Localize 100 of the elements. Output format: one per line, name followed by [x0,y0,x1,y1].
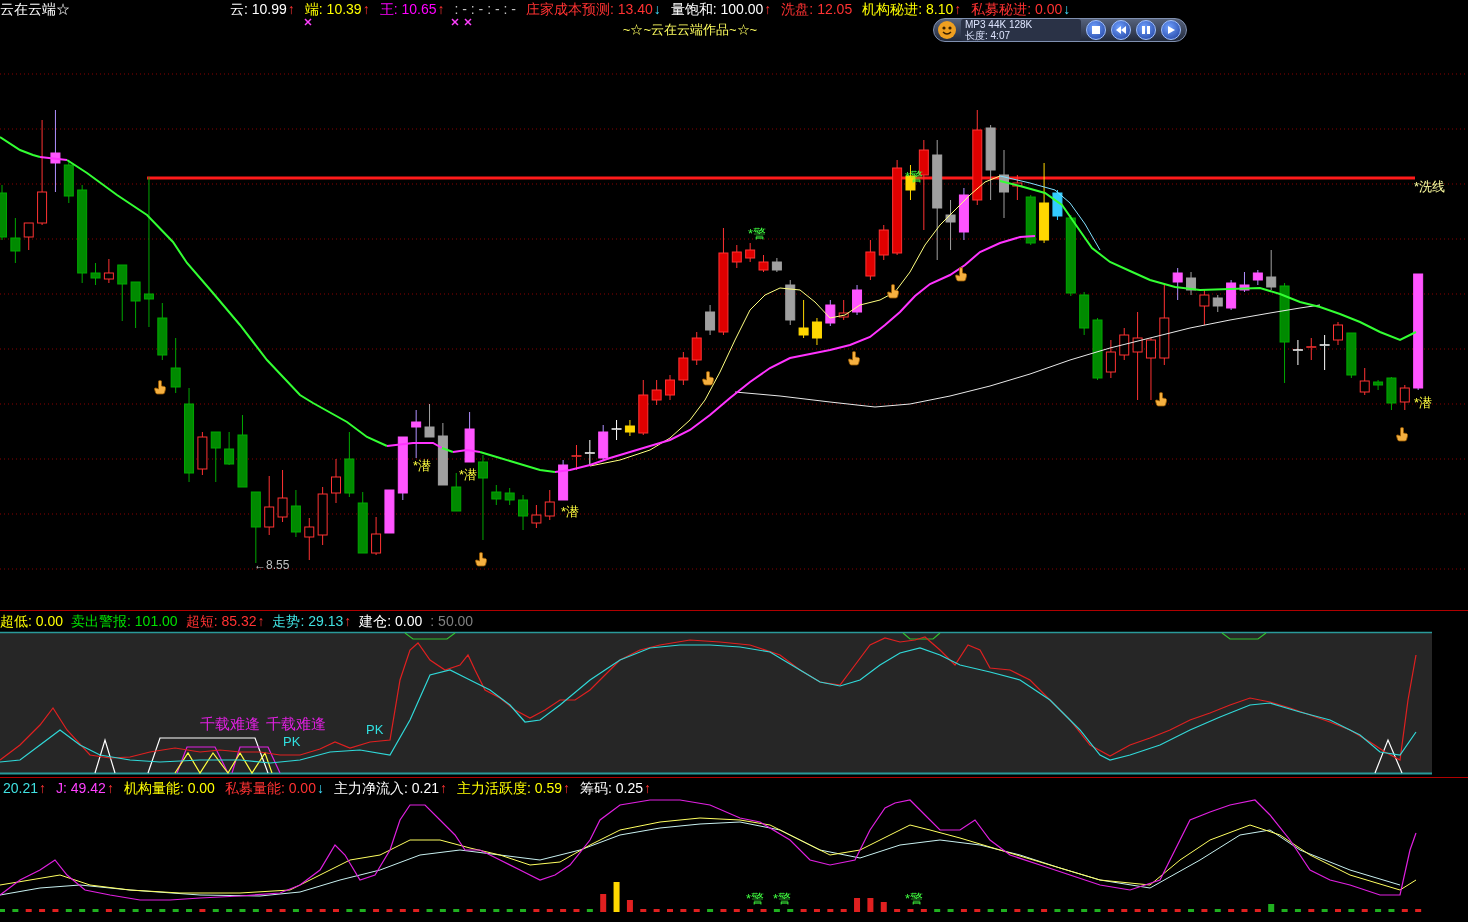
candlestick [170,337,181,394]
candlestick [504,487,515,506]
candlestick [357,491,368,554]
trend-arrow: ↑ [954,0,962,18]
signal-arc-line [404,632,456,640]
candlestick [705,304,716,336]
candlestick [304,517,315,561]
indicator-reading: 私募秘进: 0.00 [971,0,1063,18]
indicator-reading: 走势: 29.13 [272,612,344,631]
rewind-icon [1116,26,1126,34]
indicator-reading: J: 49.42 [56,779,106,798]
candlestick [1212,294,1223,313]
stop-icon [1092,26,1100,34]
chart-title: 云在云端☆ [0,0,70,18]
trend-arrow: ↑ [287,0,295,18]
signal-step-line [1374,738,1403,774]
signal-label: 千载难逢 [266,715,326,732]
candlestick [1172,267,1183,301]
cross-marker-icon [464,18,472,26]
stop-button[interactable] [1086,20,1106,40]
pointing-hand-icon [887,284,900,299]
signal-label: PK [283,734,301,749]
candlestick [745,242,756,263]
candlestick [758,254,769,273]
candlestick [1079,291,1090,336]
candlestick [1012,174,1023,201]
indicator-reading: 庄家成本预测: 13.40 [525,0,653,18]
candlestick [437,422,448,486]
trend-arrow: ↓ [653,0,661,18]
candlestick [210,431,221,483]
candlestick [411,409,422,459]
pointing-hand-icon [475,552,488,567]
pause-button[interactable] [1136,20,1156,40]
trend-arrow: ↑ [257,612,265,631]
candlestick [491,484,502,506]
trend-arrow: ↑ [764,0,772,18]
track-info-text: MP3 44K 128K [965,19,1034,30]
trend-arrow: ↓ [1063,0,1071,18]
signal-arc-line [902,632,941,640]
candlestick [852,284,863,316]
candlestick [771,257,782,273]
indicator-reading: 主力活跃度: 0.59 [456,779,562,798]
track-length-text: 长度: 4:07 [965,30,1012,41]
candlestick [1399,384,1410,411]
candlestick [1052,189,1063,221]
candlestick [1373,379,1384,391]
indicator-reading: 机构量能: 0.00 [123,779,215,798]
candlestick [785,279,796,326]
trend-arrow: ↑ [644,779,652,798]
candlestick [1145,337,1156,401]
signal-label: 千载难逢 [200,715,260,732]
candlestick [1199,289,1210,326]
candlestick [264,475,275,536]
candlestick [651,379,662,406]
signal-label: PK [366,722,384,737]
indicator-reading: 卖出警报: 101.00 [71,612,178,631]
pointing-hand-icon [1396,427,1409,442]
trend-arrow: ↑ [563,779,570,798]
candlestick [197,431,208,476]
candlestick [825,299,836,327]
signal-label: *潜 [561,504,580,519]
candlestick [1226,279,1237,311]
candlestick [344,431,355,498]
candlestick [878,224,889,261]
indicator-reading: 20.21 [3,779,39,798]
candlestick [731,244,742,269]
candlestick [384,489,395,534]
candlestick [1025,194,1036,246]
indicator-reading: 云: 10.99 [230,0,287,18]
trend-arrow: ↑ [39,779,47,798]
signal-label: *警 [773,891,792,906]
candlestick [117,264,128,322]
indicator-reading: : 50.00 [430,612,474,631]
indicator-reading: 王: 10.65 [379,0,437,18]
candlestick [518,494,529,531]
candlestick [945,199,956,251]
candlestick [1119,327,1130,361]
candlestick [1346,332,1357,379]
play-button[interactable] [1161,20,1181,40]
signal-label: *警 [748,226,767,241]
signal-label: *潜 [1414,395,1433,410]
candlestick [1359,367,1370,396]
signal-label: *潜 [413,458,432,473]
trend-arrow: ↑ [106,779,114,798]
candlestick [10,217,21,264]
play-icon [1167,26,1175,34]
candlestick [1333,321,1343,346]
candlestick [90,262,101,286]
candlestick [224,431,235,466]
trend-arrow: ↑ [362,0,370,18]
signal-arc-line [1221,632,1267,640]
candlestick [584,439,596,466]
candlestick [999,149,1009,219]
pointing-hand-icon [154,380,167,395]
rewind-button[interactable] [1111,20,1131,40]
trend-arrow: ↓ [316,779,324,798]
candlestick [1252,269,1263,286]
signal-step-line [94,737,116,774]
trend-arrow: ↑ [439,779,447,798]
candlestick [290,489,301,538]
